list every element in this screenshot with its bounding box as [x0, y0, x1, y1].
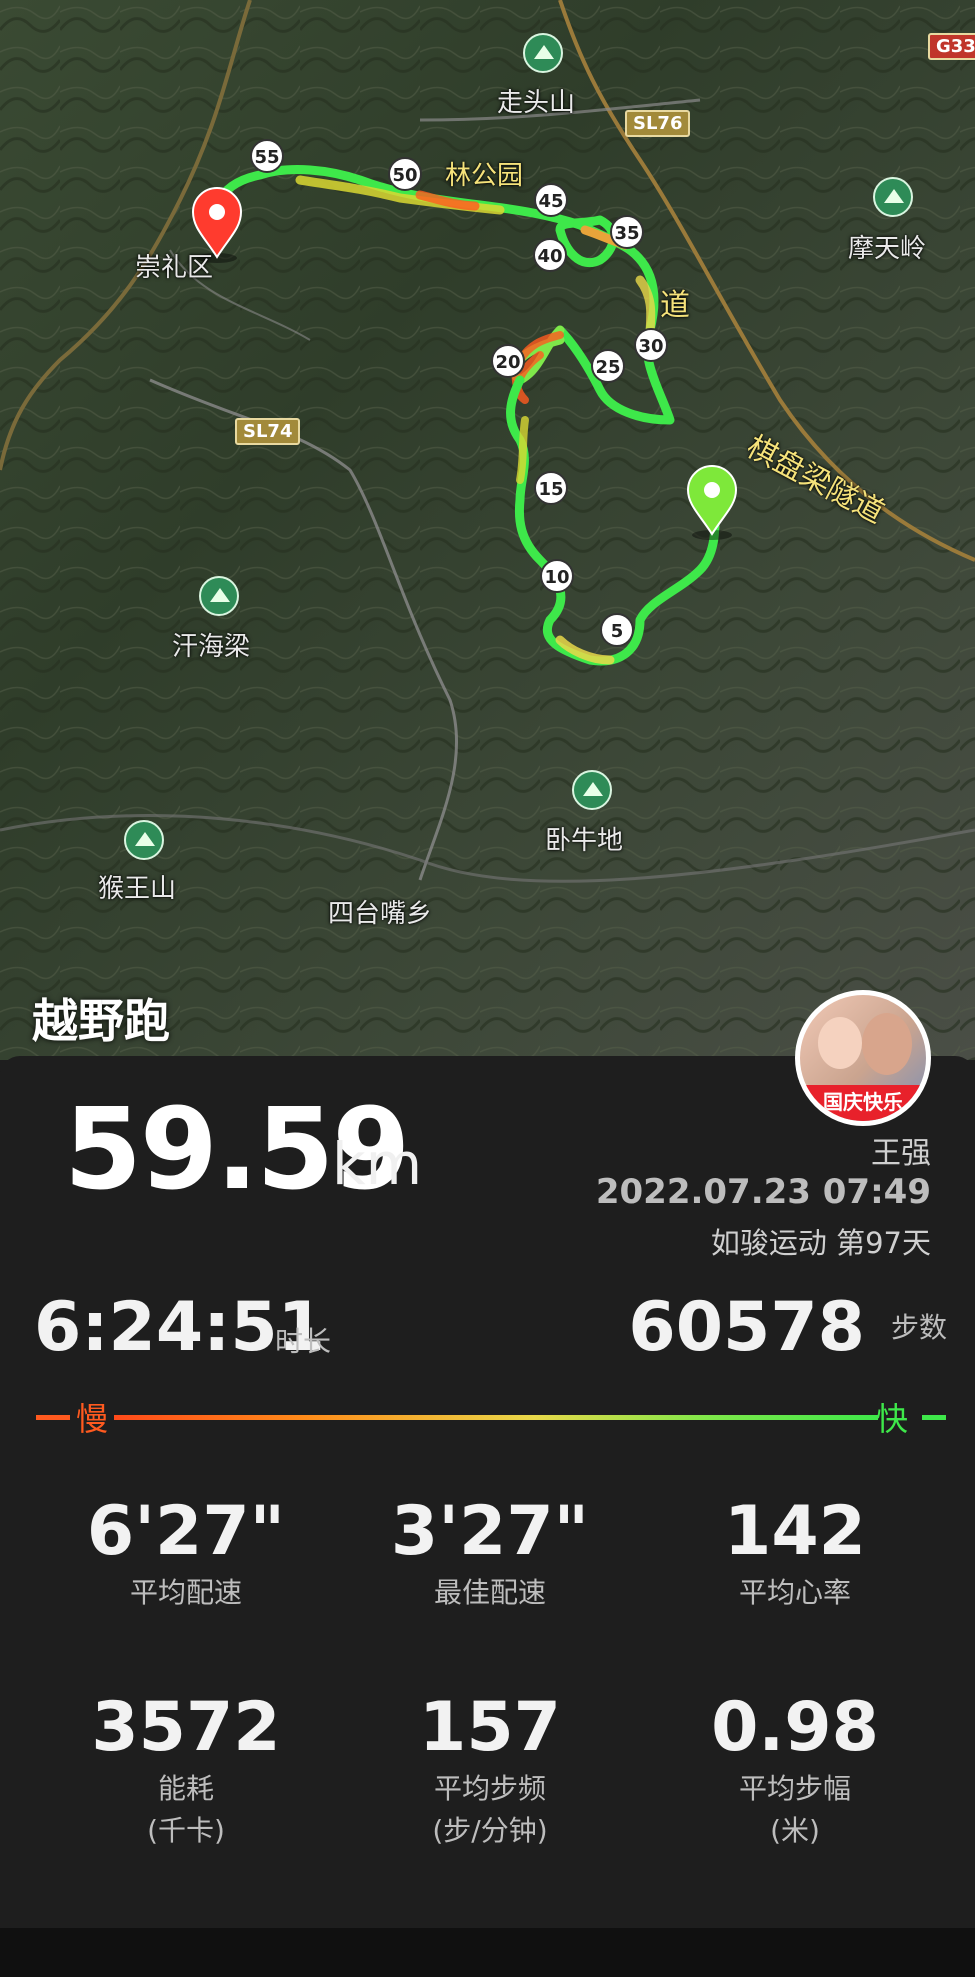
svg-text:15: 15 [538, 479, 563, 500]
svg-text:20: 20 [495, 352, 520, 373]
user-name: 王强 [871, 1136, 931, 1171]
stat-value: 142 [724, 1492, 866, 1571]
road-shield: SL76 [625, 110, 691, 137]
stat-avg-heart-rate: 142 平均心率 [645, 1492, 945, 1614]
stat-unit: (米) [770, 1814, 820, 1847]
svg-text:55: 55 [254, 147, 279, 168]
map-label-peak: 摩天岭 [848, 234, 927, 264]
stat-value: 3572 [91, 1688, 281, 1767]
avatar-banner: 国庆快乐 [800, 1085, 926, 1121]
steps-label: 步数 [890, 1311, 947, 1344]
map-label-peak: 走头山 [497, 88, 576, 118]
map-label-town: 四台嘴乡 [328, 899, 433, 929]
legend-fast-label: 快 [876, 1400, 909, 1438]
stat-value: 3'27" [390, 1492, 590, 1571]
user-avatar[interactable]: 国庆快乐 [795, 990, 931, 1126]
steps-value: 60578 [628, 1288, 865, 1367]
km-marker-50: 50 [388, 157, 422, 191]
map-label-road: 道 [660, 288, 690, 323]
svg-text:25: 25 [595, 357, 620, 378]
stat-value: 0.98 [711, 1688, 879, 1767]
legend-slow-line [36, 1415, 70, 1420]
legend-fast-line [922, 1415, 946, 1420]
km-marker-5: 5 [600, 613, 634, 647]
stat-label: 能耗 [157, 1772, 214, 1805]
route-map[interactable]: 5 10 15 20 25 30 35 40 45 50 55 崇礼区 走头山 … [0, 0, 975, 1060]
streak-text: 如骏运动 第97天 [710, 1226, 931, 1260]
road-shield: SL74 [235, 418, 301, 445]
peak-icon [199, 576, 239, 616]
bottom-bar [0, 1928, 975, 1977]
stat-avg-pace: 6'27" 平均配速 [36, 1492, 336, 1614]
km-marker-25: 25 [591, 349, 625, 383]
stat-unit: (千卡) [147, 1814, 225, 1847]
legend-slow-label: 慢 [76, 1400, 109, 1438]
map-label-peak: 汗海梁 [172, 632, 251, 662]
road-shield: G33 [928, 33, 975, 60]
stat-value: 6'27" [86, 1492, 286, 1571]
distance-unit: km [332, 1130, 423, 1198]
km-marker-40: 40 [533, 238, 567, 272]
stat-stride: 0.98 平均步幅 (米) [645, 1688, 945, 1852]
stat-label: 平均步幅 [738, 1772, 851, 1805]
svg-text:45: 45 [538, 191, 563, 212]
stat-calories: 3572 能耗 (千卡) [36, 1688, 336, 1852]
stat-cadence: 157 平均步频 (步/分钟) [340, 1688, 640, 1852]
map-label-park: 林公园 [445, 161, 524, 191]
peak-icon [124, 820, 164, 860]
svg-text:30: 30 [638, 336, 663, 357]
stat-label: 平均配速 [129, 1576, 242, 1609]
peak-icon [572, 770, 612, 810]
stat-label: 最佳配速 [433, 1576, 546, 1609]
svg-text:40: 40 [537, 246, 562, 267]
stat-label: 平均步频 [433, 1772, 546, 1805]
pace-color-legend [36, 1415, 946, 1420]
km-marker-55: 55 [250, 139, 284, 173]
km-marker-35: 35 [610, 215, 644, 249]
km-marker-10: 10 [540, 559, 574, 593]
svg-text:5: 5 [611, 621, 624, 642]
svg-text:35: 35 [614, 223, 639, 244]
svg-text:10: 10 [544, 567, 569, 588]
stat-best-pace: 3'27" 最佳配速 [340, 1492, 640, 1614]
legend-gradient [114, 1415, 878, 1420]
stat-label: 平均心率 [738, 1576, 851, 1609]
activity-datetime: 2022.07.23 07:49 [595, 1172, 931, 1212]
map-label-peak: 猴王山 [98, 874, 177, 904]
activity-title: 越野跑 [32, 994, 170, 1048]
svg-text:50: 50 [392, 165, 417, 186]
km-marker-45: 45 [534, 183, 568, 217]
map-label-county: 崇礼区 [135, 253, 214, 283]
duration-label: 时长 [275, 1325, 332, 1358]
peak-icon [873, 177, 913, 217]
map-label-peak: 卧牛地 [545, 826, 624, 856]
km-marker-30: 30 [634, 328, 668, 362]
stat-unit: (步/分钟) [432, 1814, 548, 1847]
peak-icon [523, 33, 563, 73]
stat-value: 157 [419, 1688, 561, 1767]
km-marker-20: 20 [491, 344, 525, 378]
avatar-face [818, 1017, 862, 1069]
km-marker-15: 15 [534, 471, 568, 505]
avatar-face [862, 1013, 912, 1075]
